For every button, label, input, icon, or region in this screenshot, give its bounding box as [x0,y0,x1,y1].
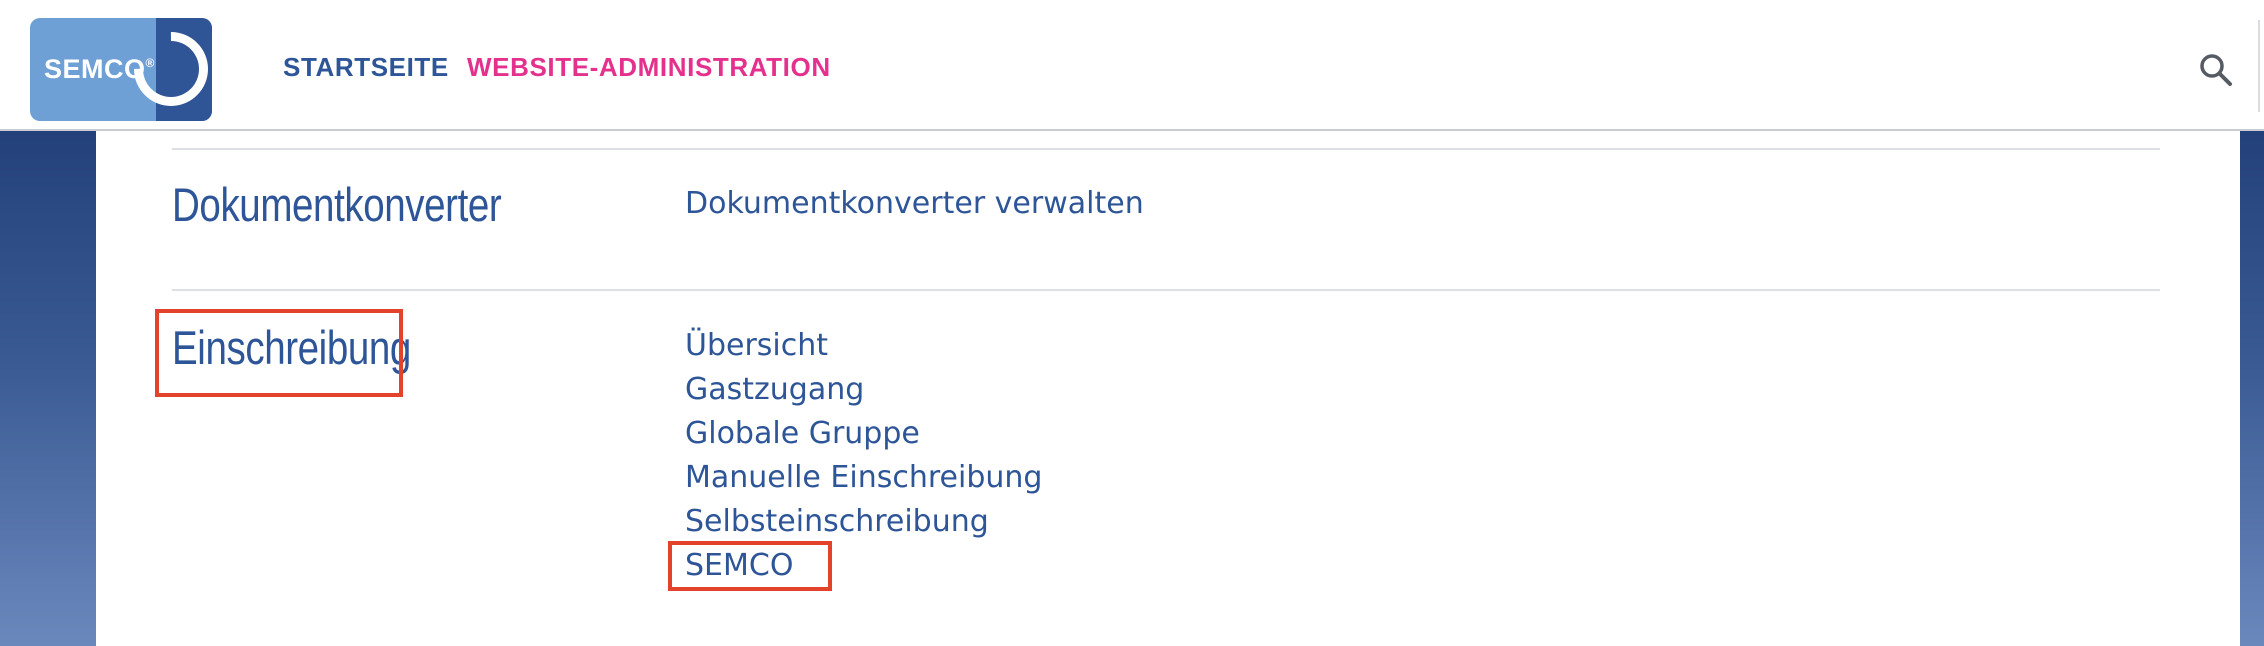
search-icon[interactable] [2198,52,2234,88]
nav-startseite[interactable]: STARTSEITE [283,52,449,83]
highlight-box-semco [668,541,832,591]
logo-text: SEMCO® [44,54,155,84]
site-header: SEMCO® STARTSEITE WEBSITE-ADMINISTRATION [0,0,2264,131]
nav-website-administration[interactable]: WEBSITE-ADMINISTRATION [467,52,831,83]
divider [172,289,2160,291]
divider [172,148,2160,150]
link-gastzugang[interactable]: Gastzugang [685,372,864,407]
link-dokumentkonverter-verwalten[interactable]: Dokumentkonverter verwalten [685,186,1144,221]
link-selbsteinschreibung[interactable]: Selbsteinschreibung [685,504,989,539]
admin-content-panel: Dokumentkonverter Dokumentkonverter verw… [96,131,2240,646]
link-manuelle-einschreibung[interactable]: Manuelle Einschreibung [685,460,1042,495]
link-uebersicht[interactable]: Übersicht [685,328,828,363]
highlight-box-einschreibung [155,309,403,397]
header-divider [2258,20,2260,112]
section-title-dokumentkonverter[interactable]: Dokumentkonverter [172,177,502,232]
link-globale-gruppe[interactable]: Globale Gruppe [685,416,920,451]
semco-logo[interactable]: SEMCO® [30,18,212,121]
